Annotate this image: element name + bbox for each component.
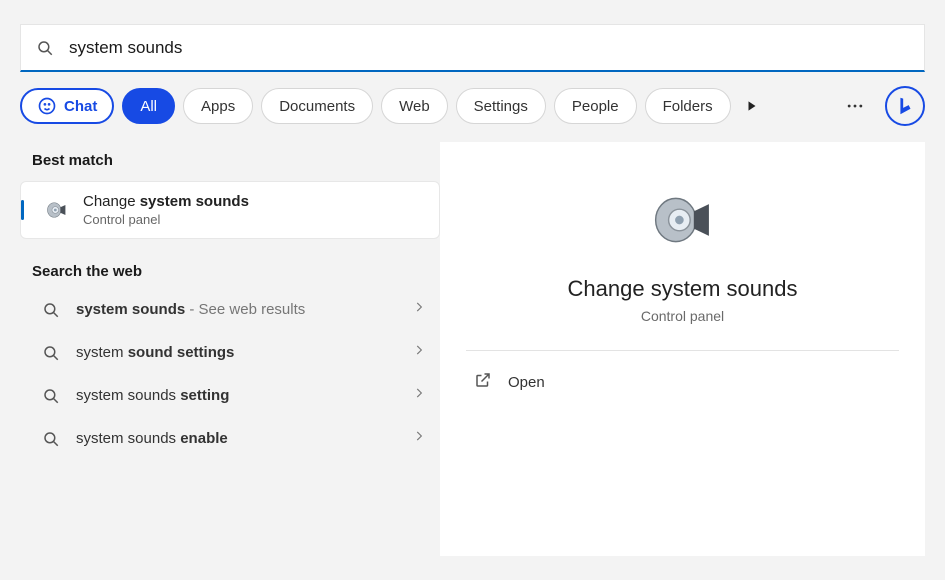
best-match-item[interactable]: Change system sounds Control panel [20,181,440,239]
web-result-text: system sounds - See web results [76,301,398,318]
open-icon [474,371,492,393]
web-result-text: system sound settings [76,344,398,361]
tabs-more-icon[interactable] [739,88,765,124]
results-area: Best match Change system sounds Control … [0,142,945,556]
tab-people[interactable]: People [554,88,637,124]
detail-title: Change system sounds [568,276,798,302]
detail-subtitle: Control panel [641,308,724,324]
tab-folders[interactable]: Folders [645,88,731,124]
chevron-right-icon [412,429,426,448]
divider [466,350,899,351]
chevron-right-icon [412,386,426,405]
bing-button[interactable] [885,86,925,126]
tab-chat[interactable]: Chat [20,88,114,124]
detail-pane: Change system sounds Control panel Open [440,142,925,556]
web-result[interactable]: system sounds enable [20,417,440,460]
web-result[interactable]: system sounds - See web results [20,288,440,331]
bing-chat-icon [37,96,57,116]
tab-all[interactable]: All [122,88,175,124]
chevron-right-icon [412,300,426,319]
tab-web[interactable]: Web [381,88,448,124]
search-icon [42,387,62,405]
search-web-heading: Search the web [20,253,440,288]
web-result-text: system sounds setting [76,387,398,404]
search-icon [42,344,62,362]
speaker-icon [647,184,719,256]
tab-chat-label: Chat [64,98,97,115]
web-result[interactable]: system sound settings [20,331,440,374]
tab-documents[interactable]: Documents [261,88,373,124]
best-match-title: Change system sounds [83,193,249,210]
speaker-icon [43,196,71,224]
web-result[interactable]: system sounds setting [20,374,440,417]
ellipsis-icon [845,96,865,116]
web-result-text: system sounds enable [76,430,398,447]
search-icon [42,301,62,319]
search-box[interactable] [20,24,925,72]
results-list: Best match Change system sounds Control … [20,142,440,556]
open-action[interactable]: Open [466,359,899,405]
tab-settings[interactable]: Settings [456,88,546,124]
chevron-right-icon [412,343,426,362]
filter-tabs: Chat All Apps Documents Web Settings Peo… [20,86,925,126]
search-icon [42,430,62,448]
search-icon [33,39,57,57]
tab-apps[interactable]: Apps [183,88,253,124]
open-label: Open [508,374,545,391]
overflow-button[interactable] [843,94,867,118]
search-input[interactable] [69,38,912,58]
bing-icon [894,95,916,117]
best-match-heading: Best match [20,142,440,177]
best-match-subtitle: Control panel [83,212,249,227]
